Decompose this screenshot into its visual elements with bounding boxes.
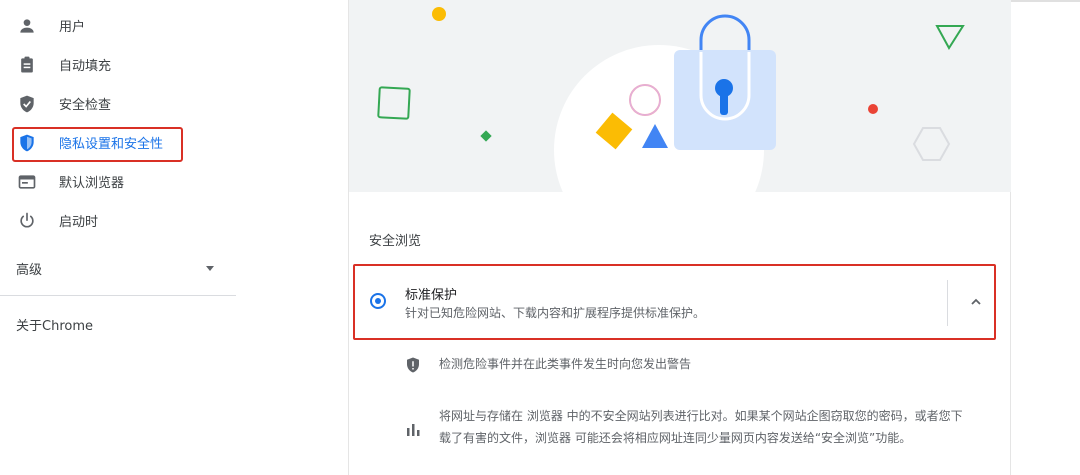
- sidebar-item-label: 自动填充: [59, 59, 112, 74]
- standard-protection-option[interactable]: 标准保护 针对已知危险网站、下载内容和扩展程序提供标准保护。: [353, 264, 996, 340]
- sidebar-item-label: 安全检查: [59, 98, 112, 113]
- collapse-button[interactable]: [962, 288, 990, 316]
- option-description: 针对已知危险网站、下载内容和扩展程序提供标准保护。: [405, 306, 706, 320]
- clipboard-icon: [16, 54, 38, 76]
- detail-text-line-2: 载了有害的文件，浏览器 可能还会将相应网址连同少量网页内容发送给“安全浏览”功能…: [439, 431, 912, 445]
- sidebar-item-on-startup[interactable]: 启动时: [0, 201, 236, 240]
- privacy-settings-card: 安全浏览 标准保护 针对已知危险网站、下载内容和扩展程序提供标准保护。 检测危险…: [348, 0, 1011, 475]
- power-icon: [16, 210, 38, 232]
- person-icon: [16, 15, 38, 37]
- sidebar-item-label: 启动时: [59, 215, 99, 230]
- detail-row-warning: 检测危险事件并在此类事件发生时向您发出警告: [399, 352, 999, 378]
- sidebar-item-label: 用户: [59, 20, 86, 35]
- safe-browsing-illustration: [349, 0, 1011, 192]
- selection-highlight-box: [12, 127, 183, 162]
- settings-sidebar: 用户 自动填充 安全检查 隐私设置和安全性 默认浏览器 启动时 高级 关于Chr…: [0, 0, 348, 475]
- browser-icon: [16, 171, 38, 193]
- shield-alert-icon: [403, 355, 423, 375]
- radio-button-selected[interactable]: [370, 293, 386, 309]
- about-chrome-link[interactable]: 关于Chrome: [16, 315, 93, 334]
- option-title: 标准保护: [405, 288, 458, 303]
- detail-text: 检测危险事件并在此类事件发生时向您发出警告: [439, 357, 692, 371]
- section-title: 安全浏览: [369, 234, 422, 249]
- chevron-up-icon: [971, 298, 981, 305]
- detail-row-url-check: 将网址与存储在 浏览器 中的不安全网站列表进行比对。如果某个网站企图窃取您的密码…: [399, 405, 999, 453]
- sidebar-item-users[interactable]: 用户: [0, 6, 236, 45]
- sidebar-item-safety-check[interactable]: 安全检查: [0, 84, 236, 123]
- sidebar-item-label: 默认浏览器: [59, 176, 125, 191]
- bar-chart-icon: [403, 419, 423, 439]
- detail-text-line-1: 将网址与存储在 浏览器 中的不安全网站列表进行比对。如果某个网站企图窃取您的密码…: [439, 409, 963, 423]
- sidebar-divider: [0, 295, 236, 296]
- sidebar-item-autofill[interactable]: 自动填充: [0, 45, 236, 84]
- shield-check-icon: [16, 93, 38, 115]
- illustration-graphic: [377, 7, 965, 192]
- advanced-section-toggle[interactable]: 高级: [0, 250, 236, 286]
- vertical-divider: [947, 280, 948, 326]
- advanced-label: 高级: [16, 262, 43, 278]
- sidebar-item-default-browser[interactable]: 默认浏览器: [0, 162, 236, 201]
- chevron-down-icon: [206, 266, 214, 271]
